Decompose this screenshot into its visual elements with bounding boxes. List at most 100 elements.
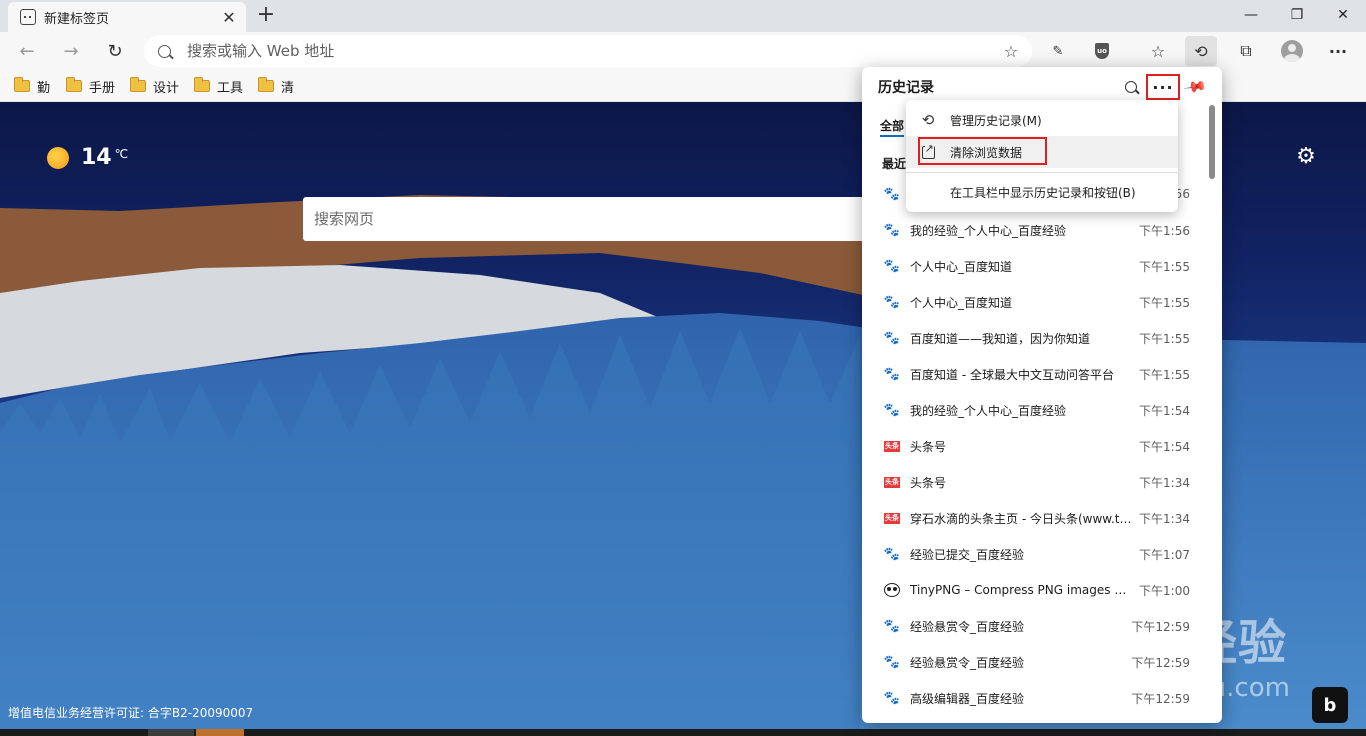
address-bar[interactable]: ☆ bbox=[144, 35, 1032, 67]
history-item[interactable]: 头条 头条号 下午1:54 bbox=[862, 428, 1210, 464]
tab-all[interactable]: 全部 bbox=[880, 117, 904, 134]
close-window-button[interactable]: ✕ bbox=[1320, 0, 1366, 30]
scrollbar[interactable] bbox=[1209, 105, 1215, 179]
baidu-paw-icon: 🐾 bbox=[883, 294, 901, 310]
bookmark-folder[interactable]: 清 bbox=[258, 76, 294, 96]
web-search-box[interactable] bbox=[303, 197, 893, 241]
new-tab-page-icon bbox=[20, 9, 36, 25]
history-item-title: 穿石水滴的头条主页 - 今日头条(www.tout... bbox=[910, 511, 1134, 526]
history-item[interactable]: 🐾 百度知道 - 全球最大中文互动问答平台 下午1:55 bbox=[862, 356, 1210, 392]
more-icon[interactable]: ··· bbox=[1322, 36, 1354, 66]
history-item[interactable]: 🐾 个人中心_百度知道 下午1:55 bbox=[862, 284, 1210, 320]
bookmark-folder[interactable]: 工具 bbox=[194, 76, 243, 96]
history-title: 历史记录 bbox=[878, 80, 934, 96]
tab-all-underline bbox=[880, 135, 904, 137]
history-item-time: 下午1:00 bbox=[1139, 583, 1190, 598]
history-list: 🐾1:56🐾我的经验_个人中心_百度经验下午1:56🐾个人中心_百度知道下午1:… bbox=[862, 176, 1210, 716]
history-item[interactable]: 🐾 经验悬赏令_百度经验 下午12:59 bbox=[862, 644, 1210, 680]
history-item[interactable]: 🐾 我的经验_个人中心_百度经验 下午1:56 bbox=[862, 212, 1210, 248]
toutiao-icon: 头条 bbox=[884, 440, 900, 452]
taskbar-strip bbox=[0, 729, 1366, 736]
gear-icon[interactable]: ⚙ bbox=[1294, 145, 1318, 169]
search-icon bbox=[158, 44, 171, 58]
sunny-icon bbox=[47, 147, 69, 169]
favorites-icon[interactable]: ☆ bbox=[1142, 36, 1174, 66]
history-item-time: 下午12:59 bbox=[1131, 655, 1190, 670]
refresh-button[interactable]: ↻ bbox=[100, 36, 130, 66]
history-item-title: TinyPNG – Compress PNG images while... bbox=[910, 583, 1134, 597]
pin-icon[interactable]: 📌 bbox=[1180, 72, 1211, 103]
history-item-time: 下午1:34 bbox=[1139, 511, 1190, 526]
toutiao-icon: 头条 bbox=[884, 512, 900, 524]
bookmark-folder[interactable]: 勤 bbox=[14, 76, 50, 96]
baidu-paw-icon: 🐾 bbox=[883, 222, 901, 238]
browser-tab[interactable]: 新建标签页 ✕ bbox=[8, 2, 246, 32]
history-more-button[interactable]: ··· bbox=[1146, 74, 1180, 100]
forward-button[interactable]: → bbox=[56, 36, 86, 66]
history-item-title: 个人中心_百度知道 bbox=[910, 259, 1013, 274]
baidu-paw-icon: 🐾 bbox=[883, 618, 901, 634]
history-item[interactable]: 头条 穿石水滴的头条主页 - 今日头条(www.tout... 下午1:34 bbox=[862, 500, 1210, 536]
history-item-time: 下午1:55 bbox=[1139, 367, 1190, 382]
taskbar-item[interactable] bbox=[148, 729, 194, 736]
history-item[interactable]: 🐾 我的经验_个人中心_百度经验 下午1:54 bbox=[862, 392, 1210, 428]
history-item-title: 经验已提交_百度经验 bbox=[910, 547, 1025, 562]
toutiao-icon: 头条 bbox=[884, 476, 900, 488]
history-item[interactable]: 🐾 百度知道——我知道，因为你知道 下午1:55 bbox=[862, 320, 1210, 356]
weather-widget[interactable]: 14 ℃ bbox=[47, 145, 128, 170]
history-item-title: 高级编辑器_百度经验 bbox=[910, 691, 1025, 706]
bing-icon[interactable]: b bbox=[1312, 687, 1348, 723]
menu-item-manage-history[interactable]: ⟲ 管理历史记录(M) bbox=[906, 104, 1178, 136]
bookmark-folder[interactable]: 设计 bbox=[130, 76, 179, 96]
search-icon bbox=[1125, 81, 1137, 93]
history-item-time: 下午1:34 bbox=[1139, 475, 1190, 490]
baidu-paw-icon: 🐾 bbox=[883, 546, 901, 562]
history-item[interactable]: 🐾 高级编辑器_百度经验 下午12:59 bbox=[862, 680, 1210, 716]
baidu-paw-icon: 🐾 bbox=[883, 690, 901, 706]
history-item[interactable]: 🐾 经验悬赏令_百度经验 下午12:59 bbox=[862, 608, 1210, 644]
history-item-title: 头条号 bbox=[910, 475, 947, 490]
collections-icon[interactable]: ⧉ bbox=[1230, 36, 1262, 66]
menu-divider bbox=[906, 172, 1178, 173]
drawing-icon[interactable]: ✎ bbox=[1042, 36, 1074, 66]
folder-icon bbox=[258, 77, 274, 92]
history-section-recent: 最近 bbox=[882, 157, 907, 171]
license-text[interactable]: 增值电信业务经营许可证: 合字B2-20090007 bbox=[8, 704, 253, 721]
history-item-time: 下午1:55 bbox=[1139, 259, 1190, 274]
history-item-title: 个人中心_百度知道 bbox=[910, 295, 1013, 310]
tab-title: 新建标签页 bbox=[44, 11, 110, 27]
history-item-time: 下午1:56 bbox=[1139, 223, 1190, 238]
taskbar-item[interactable] bbox=[196, 729, 244, 736]
history-item[interactable]: 🐾 个人中心_百度知道 下午1:55 bbox=[862, 248, 1210, 284]
address-input[interactable] bbox=[187, 42, 996, 60]
folder-icon bbox=[14, 77, 30, 92]
history-item[interactable]: 🐾 经验已提交_百度经验 下午1:07 bbox=[862, 536, 1210, 572]
back-button[interactable]: ← bbox=[12, 36, 42, 66]
history-item[interactable]: 头条 头条号 下午1:34 bbox=[862, 464, 1210, 500]
profile-icon[interactable] bbox=[1276, 36, 1308, 66]
temperature-unit: ℃ bbox=[114, 147, 129, 161]
history-item-time: 下午12:59 bbox=[1131, 619, 1190, 634]
menu-item-show-history-button[interactable]: 在工具栏中显示历史记录和按钮(B) bbox=[906, 176, 1178, 208]
toolbar: ← → ↻ ☆ ✎ uo ☆ ⟲ ⧉ ··· bbox=[0, 32, 1366, 70]
history-more-menu: ⟲ 管理历史记录(M) 清除浏览数据 在工具栏中显示历史记录和按钮(B) bbox=[906, 100, 1178, 212]
history-item[interactable]: TinyPNG – Compress PNG images while... 下午… bbox=[862, 572, 1210, 608]
history-item-time: 下午1:55 bbox=[1139, 331, 1190, 346]
maximize-button[interactable]: ❐ bbox=[1274, 0, 1320, 30]
minimize-button[interactable]: — bbox=[1228, 0, 1274, 30]
add-favorite-icon[interactable]: ☆ bbox=[996, 36, 1026, 66]
web-search-input[interactable] bbox=[314, 210, 893, 228]
history-search-button[interactable] bbox=[1120, 76, 1142, 98]
bookmark-folder[interactable]: 手册 bbox=[66, 76, 115, 96]
ublock-icon[interactable]: uo bbox=[1086, 36, 1118, 66]
history-item-time: 下午1:54 bbox=[1139, 439, 1190, 454]
menu-item-clear-browsing-data[interactable]: 清除浏览数据 bbox=[906, 136, 1178, 168]
baidu-paw-icon: 🐾 bbox=[883, 186, 901, 202]
new-tab-button[interactable]: + bbox=[254, 4, 278, 28]
close-tab-icon[interactable]: ✕ bbox=[216, 4, 242, 30]
history-item-time: 下午1:07 bbox=[1139, 547, 1190, 562]
history-item-title: 头条号 bbox=[910, 439, 947, 454]
history-icon[interactable]: ⟲ bbox=[1185, 36, 1217, 66]
baidu-paw-icon: 🐾 bbox=[883, 654, 901, 670]
history-item-time: 下午12:59 bbox=[1131, 691, 1190, 706]
